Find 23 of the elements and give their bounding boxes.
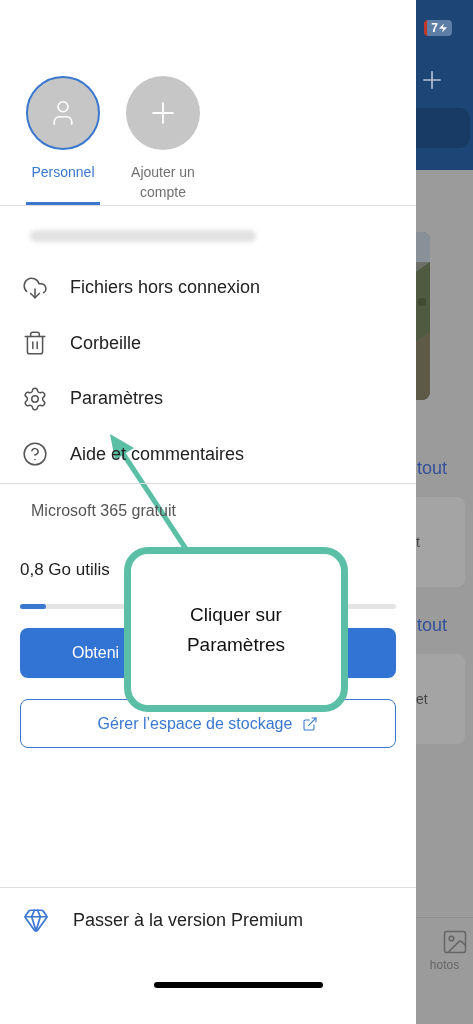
account-label: Personnel: [30, 163, 96, 182]
storage-usage: 0,8 Go utilis: [20, 560, 111, 580]
trash-icon: [22, 330, 48, 357]
card-text: t: [416, 534, 420, 550]
card-text: et: [416, 691, 428, 707]
diamond-icon: [23, 907, 49, 933]
cloud-download-icon: [22, 274, 48, 301]
callout-text: Cliquer sur Paramètres: [185, 602, 287, 657]
file-card[interactable]: et: [416, 654, 465, 744]
file-card[interactable]: t: [416, 497, 465, 587]
settings-icon: [22, 385, 48, 412]
account-label: Ajouter un compte: [130, 163, 196, 202]
account-tab[interactable]: Ajouter un compte: [126, 76, 200, 205]
menu-item[interactable]: Corbeille: [0, 315, 416, 371]
account-tab[interactable]: Personnel: [26, 76, 100, 205]
battery-icon: 7: [424, 20, 452, 36]
menu-item[interactable]: Paramètres: [0, 371, 416, 427]
see-all-link[interactable]: tout: [417, 458, 473, 479]
menu-item[interactable]: Fichiers hors connexion: [0, 260, 416, 316]
external-link-icon: [302, 715, 319, 732]
see-all-link[interactable]: tout: [417, 615, 473, 636]
premium-item[interactable]: Passer à la version Premium: [0, 888, 416, 952]
help-icon: [22, 441, 48, 468]
